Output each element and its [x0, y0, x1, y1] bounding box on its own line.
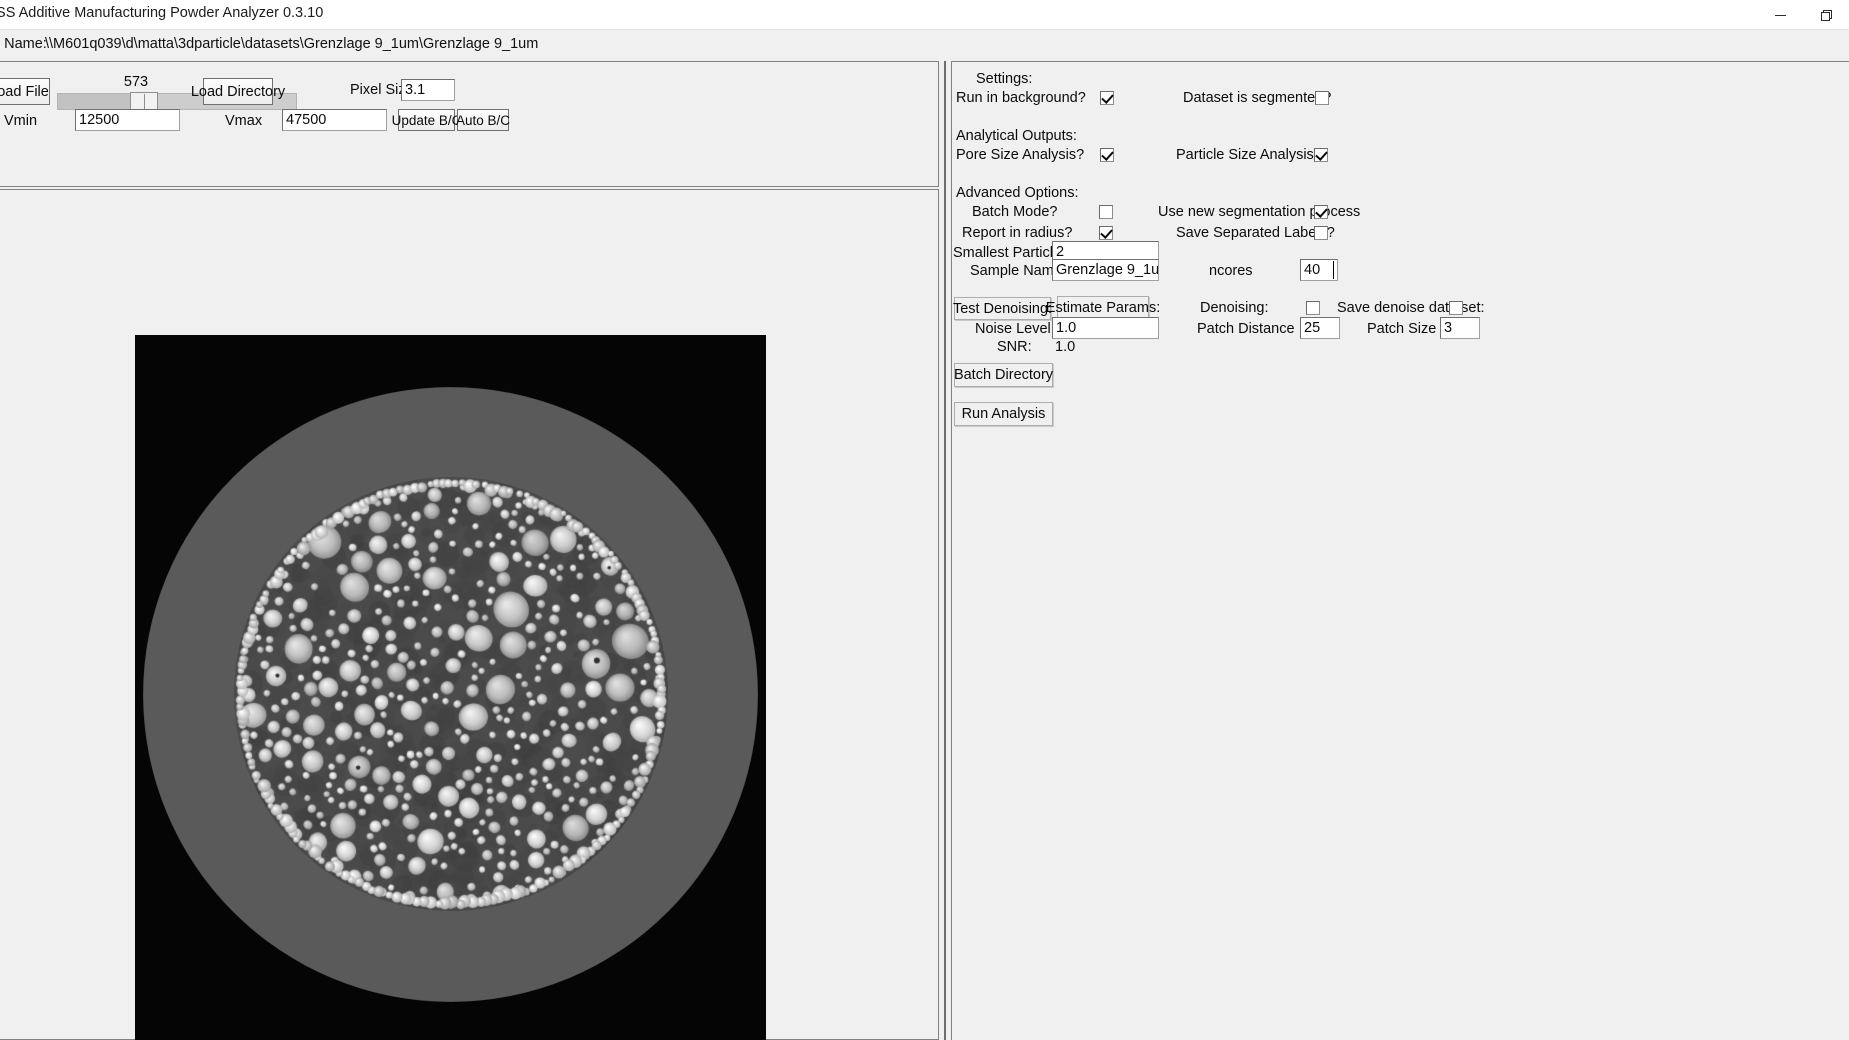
ct-slice-image[interactable]: [135, 335, 766, 1040]
slice-slider-value: 573: [123, 74, 149, 90]
advanced-options-heading: Advanced Options:: [956, 185, 1079, 201]
save-separated-labels-label: Save Separated Labels?: [1176, 225, 1335, 241]
denoising-label: Denoising:: [1200, 300, 1269, 316]
settings-heading: Settings:: [976, 71, 1033, 87]
run-analysis-button[interactable]: Run Analysis: [954, 402, 1053, 426]
viewer-pane: Load File 573 Load Directory Pixel Size:…: [0, 61, 940, 1040]
file-name-value: \\M601q039\d\matta\3dparticle\datasets\G…: [45, 36, 539, 52]
ct-particle-field: [233, 477, 668, 911]
patch-size-label: Patch Size: [1367, 321, 1437, 337]
image-toolbox: Load File 573 Load Directory Pixel Size:…: [0, 61, 939, 187]
use-new-segmentation-label: Use new segmentation process: [1158, 204, 1361, 220]
dataset-is-segmented-checkbox[interactable]: [1315, 91, 1329, 105]
run-in-background-checkbox[interactable]: [1100, 91, 1114, 105]
vmax-input[interactable]: 47500: [282, 109, 387, 131]
auto-bc-button[interactable]: Auto B/C: [456, 109, 510, 131]
pore-size-analysis-label: Pore Size Analysis?: [956, 147, 1085, 163]
sample-name-input[interactable]: Grenzlage 9_1um: [1052, 259, 1159, 281]
pore-size-analysis-checkbox[interactable]: [1100, 148, 1114, 162]
save-separated-labels-checkbox[interactable]: [1314, 226, 1328, 240]
vmax-label: Vmax: [225, 113, 263, 129]
analytical-outputs-heading: Analytical Outputs:: [956, 128, 1077, 144]
pane-splitter[interactable]: [941, 61, 951, 1040]
image-viewer[interactable]: [0, 189, 939, 1040]
vmin-label: Vmin: [4, 113, 38, 129]
ct-powder-bed: [233, 477, 668, 911]
patch-distance-label: Patch Distance: [1197, 321, 1295, 337]
file-name-bar: e Name: \\M601q039\d\matta\3dparticle\da…: [0, 30, 1849, 61]
load-directory-button[interactable]: Load Directory: [191, 78, 285, 105]
ncores-text-caret: [1333, 261, 1334, 279]
load-file-button[interactable]: Load File: [0, 78, 50, 105]
batch-directory-button[interactable]: Batch Directory: [954, 363, 1053, 387]
pixel-size-input[interactable]: 3.1: [401, 79, 455, 101]
batch-mode-label: Batch Mode?: [972, 204, 1058, 220]
vmin-input[interactable]: 12500: [75, 109, 180, 131]
ct-specimen-disc: [143, 386, 758, 1002]
run-in-background-label: Run in background?: [956, 90, 1086, 106]
app-window: ISS Additive Manufacturing Powder Analyz…: [0, 0, 1849, 1040]
batch-mode-checkbox[interactable]: [1099, 205, 1113, 219]
save-denoise-data-set-checkbox[interactable]: [1449, 301, 1463, 315]
window-title: ISS Additive Manufacturing Powder Analyz…: [0, 5, 324, 21]
settings-pane: Settings: Run in background? Dataset is …: [951, 61, 1849, 1040]
particle-size-analysis-checkbox[interactable]: [1314, 148, 1328, 162]
noise-level-input[interactable]: 1.0: [1052, 317, 1159, 339]
estimate-params-button[interactable]: Estimate Params:: [1046, 296, 1160, 319]
title-bar: ISS Additive Manufacturing Powder Analyz…: [0, 0, 1849, 30]
ncores-label: ncores: [1209, 263, 1253, 279]
test-denoising-button[interactable]: Test Denoising:: [953, 297, 1052, 320]
file-name-label: e Name:: [0, 36, 47, 52]
patch-distance-input[interactable]: 25: [1300, 317, 1340, 339]
denoising-checkbox[interactable]: [1306, 301, 1320, 315]
report-in-radius-checkbox[interactable]: [1099, 226, 1113, 240]
snr-label: SNR:: [997, 339, 1032, 355]
particle-size-analysis-label: Particle Size Analysis?: [1176, 147, 1322, 163]
use-new-segmentation-checkbox[interactable]: [1314, 205, 1328, 219]
dataset-is-segmented-label: Dataset is segmented?: [1183, 90, 1332, 106]
patch-size-input[interactable]: 3: [1440, 317, 1480, 339]
noise-level-label: Noise Level: [975, 321, 1051, 337]
restore-icon[interactable]: [1803, 0, 1849, 30]
slice-slider-fill: [58, 94, 132, 109]
snr-value: 1.0: [1055, 339, 1076, 355]
update-bc-button[interactable]: Update B/C: [392, 109, 461, 131]
window-controls: [1757, 0, 1849, 30]
report-in-radius-label: Report in radius?: [962, 225, 1073, 241]
minimize-icon[interactable]: [1757, 0, 1803, 30]
